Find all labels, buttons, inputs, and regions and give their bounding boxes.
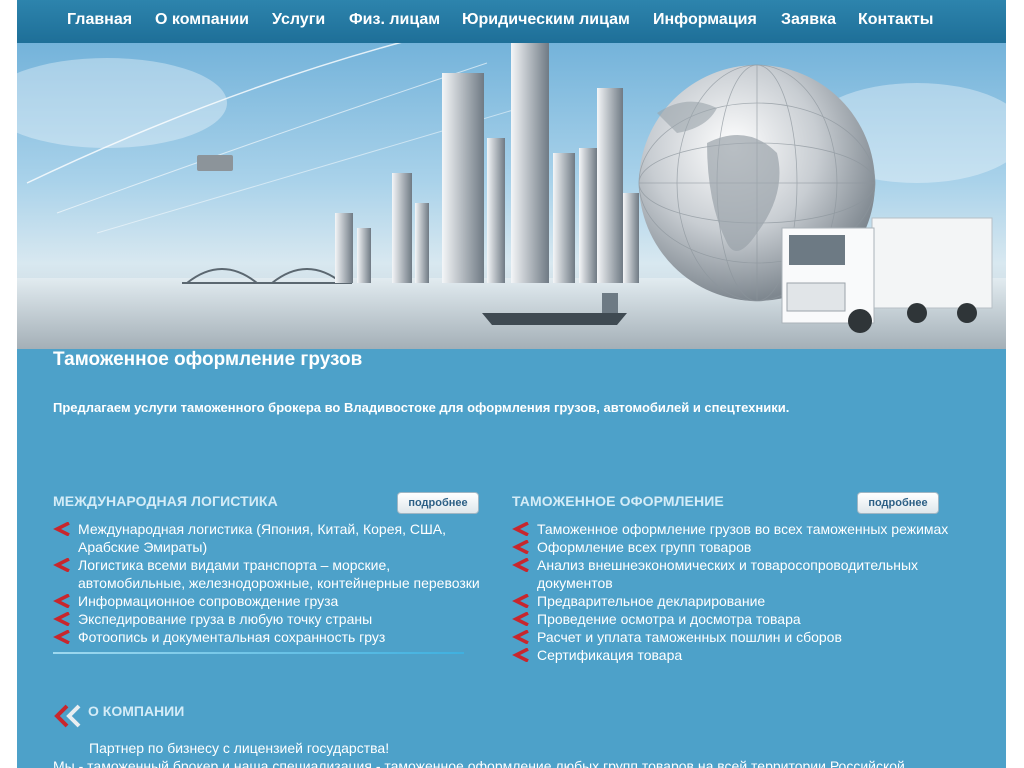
red-arrow-icon xyxy=(53,630,70,644)
red-arrow-icon xyxy=(512,558,529,572)
nav-item-services[interactable]: Услуги xyxy=(272,11,325,29)
about-title: О КОМПАНИИ xyxy=(88,703,185,719)
red-arrow-icon xyxy=(512,648,529,662)
list-item: Сертификация товара xyxy=(512,646,972,664)
nav-item-request[interactable]: Заявка xyxy=(781,11,836,29)
hero-banner xyxy=(17,43,1006,349)
list-item: Логистика всеми видами транспорта – морс… xyxy=(53,556,483,592)
list-item-text: Информационное сопровождение груза xyxy=(78,593,339,609)
list-item: Экспедирование груза в любую точку стран… xyxy=(53,610,483,628)
column-divider xyxy=(53,652,464,654)
list-item: Проведение осмотра и досмотра товара xyxy=(512,610,972,628)
customs-title: ТАМОЖЕННОЕ ОФОРМЛЕНИЕ xyxy=(512,493,724,509)
list-item-text: Сертификация товара xyxy=(537,647,683,663)
list-item-text: Фотоопись и документальная сохранность г… xyxy=(78,629,386,645)
red-arrow-icon xyxy=(53,522,70,536)
red-arrow-icon xyxy=(53,612,70,626)
main-navigation: Главная О компании Услуги Физ. лицам Юри… xyxy=(17,0,1006,44)
list-item-text: Предварительное декларирование xyxy=(537,593,766,609)
list-item-text: Таможенное оформление грузов во всех там… xyxy=(537,521,949,537)
list-item-text: Международная логистика (Япония, Китай, … xyxy=(78,521,447,555)
red-arrow-icon xyxy=(512,630,529,644)
red-arrow-icon xyxy=(512,594,529,608)
nav-item-legal-entities[interactable]: Юридическим лицам xyxy=(462,11,630,29)
red-arrow-icon xyxy=(53,594,70,608)
list-item: Оформление всех групп товаров xyxy=(512,538,972,556)
list-item: Расчет и уплата таможенных пошлин и сбор… xyxy=(512,628,972,646)
logistics-title: МЕЖДУНАРОДНАЯ ЛОГИСТИКА xyxy=(53,493,278,509)
red-arrow-icon xyxy=(53,558,70,572)
nav-item-contacts[interactable]: Контакты xyxy=(858,11,933,29)
logistics-more-button[interactable]: подробнее xyxy=(397,492,479,514)
red-arrow-icon xyxy=(512,612,529,626)
customs-more-button[interactable]: подробнее xyxy=(857,492,939,514)
list-item: Анализ внешнеэкономических и товаросопро… xyxy=(512,556,972,592)
list-item: Предварительное декларирование xyxy=(512,592,972,610)
about-tagline: Партнер по бизнесу с лицензией государст… xyxy=(89,740,390,756)
red-arrow-icon xyxy=(512,540,529,554)
page-title: Таможенное оформление грузов xyxy=(53,349,363,370)
nav-item-individuals[interactable]: Физ. лицам xyxy=(349,11,440,29)
logistics-list: Международная логистика (Япония, Китай, … xyxy=(53,520,483,646)
banner-illustration xyxy=(17,43,1006,349)
red-arrow-icon xyxy=(512,522,529,536)
list-item: Информационное сопровождение груза xyxy=(53,592,483,610)
list-item-text: Проведение осмотра и досмотра товара xyxy=(537,611,801,627)
customs-list: Таможенное оформление грузов во всех там… xyxy=(512,520,972,664)
double-chevron-icon xyxy=(54,704,81,728)
list-item-text: Анализ внешнеэкономических и товаросопро… xyxy=(537,557,919,591)
page-wrapper: Главная О компании Услуги Физ. лицам Юри… xyxy=(17,0,1006,768)
list-item-text: Экспедирование груза в любую точку стран… xyxy=(78,611,373,627)
list-item: Таможенное оформление грузов во всех там… xyxy=(512,520,972,538)
about-description: Мы - таможенный брокер и наша специализа… xyxy=(53,758,905,768)
nav-item-home[interactable]: Главная xyxy=(67,11,132,29)
list-item: Фотоопись и документальная сохранность г… xyxy=(53,628,483,646)
intro-text: Предлагаем услуги таможенного брокера во… xyxy=(53,400,790,415)
nav-item-information[interactable]: Информация xyxy=(653,11,757,29)
list-item: Международная логистика (Япония, Китай, … xyxy=(53,520,483,556)
nav-item-about[interactable]: О компании xyxy=(155,11,249,29)
list-item-text: Расчет и уплата таможенных пошлин и сбор… xyxy=(537,629,842,645)
list-item-text: Оформление всех групп товаров xyxy=(537,539,752,555)
list-item-text: Логистика всеми видами транспорта – морс… xyxy=(78,557,480,591)
